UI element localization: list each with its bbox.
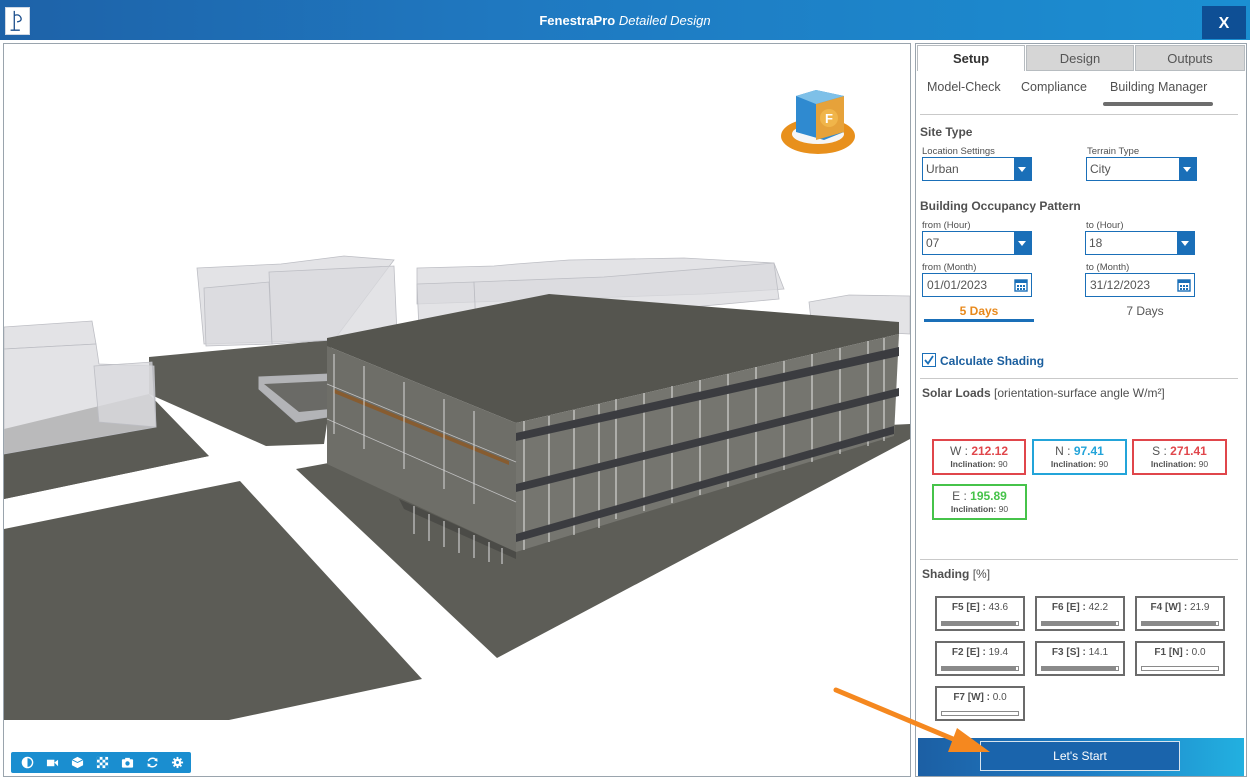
shading-unit: [%] <box>972 567 991 581</box>
solar-card-e: E : 195.89 Inclination: 90 <box>932 484 1027 520</box>
to-hour-value: 18 <box>1089 236 1103 250</box>
to-month-datepicker[interactable]: 31/12/2023 <box>1085 273 1195 297</box>
nav-cube-icon[interactable]: F <box>781 90 855 154</box>
contrast-icon[interactable] <box>15 752 40 773</box>
days-5-toggle[interactable]: 5 Days <box>924 304 1034 318</box>
divider <box>920 559 1238 560</box>
cube-icon[interactable] <box>65 752 90 773</box>
app-window: FenestraPro Detailed Design X F Setup De… <box>0 0 1250 781</box>
chevron-down-icon <box>1014 232 1031 254</box>
calculate-shading-checkbox[interactable] <box>922 353 936 367</box>
divider <box>920 114 1238 115</box>
gear-icon[interactable] <box>165 752 190 773</box>
subtab-compliance[interactable]: Compliance <box>1021 80 1087 94</box>
location-settings-select[interactable]: Urban <box>922 157 1032 181</box>
site-type-title: Site Type <box>920 125 973 139</box>
shading-card-f6: F6 [E] : 42.2 <box>1035 596 1125 631</box>
from-month-value: 01/01/2023 <box>927 278 988 292</box>
calendar-icon[interactable] <box>1014 278 1028 292</box>
chevron-down-icon <box>1177 232 1194 254</box>
tab-outputs[interactable]: Outputs <box>1135 45 1245 71</box>
right-panel: Setup Design Outputs Model-Check Complia… <box>915 43 1247 777</box>
lets-start-button[interactable]: Let's Start <box>980 741 1180 771</box>
divider <box>920 378 1238 379</box>
shading-card-f1: F1 [N] : 0.0 <box>1135 641 1225 676</box>
calculate-shading-label: Calculate Shading <box>940 354 1045 368</box>
solar-loads-subtitle: [orientation-surface angle W/m²] <box>994 386 1165 400</box>
shading-bar <box>941 621 1019 626</box>
location-settings-label: Location Settings <box>922 146 995 157</box>
shading-bar <box>941 711 1019 716</box>
start-bar: Let's Start <box>918 738 1244 776</box>
from-hour-label: from (Hour) <box>922 220 971 231</box>
window-title: FenestraPro Detailed Design <box>539 13 711 28</box>
close-button[interactable]: X <box>1202 6 1246 39</box>
tab-setup[interactable]: Setup <box>917 45 1025 71</box>
from-hour-select[interactable]: 07 <box>922 231 1032 255</box>
subtab-model-check[interactable]: Model-Check <box>927 80 1001 94</box>
terrain-type-select[interactable]: City <box>1086 157 1197 181</box>
viewport-toolbar <box>11 752 191 773</box>
location-settings-value: Urban <box>926 162 959 176</box>
shading-bar <box>1041 621 1119 626</box>
from-hour-value: 07 <box>926 236 940 250</box>
shading-card-f4: F4 [W] : 21.9 <box>1135 596 1225 631</box>
days-active-indicator <box>924 319 1034 322</box>
shading-card-f5: F5 [E] : 43.6 <box>935 596 1025 631</box>
terrain-type-value: City <box>1090 162 1111 176</box>
to-month-label: to (Month) <box>1086 262 1130 273</box>
to-hour-select[interactable]: 18 <box>1085 231 1195 255</box>
sub-tabs: Model-Check Compliance Building Manager <box>916 80 1246 104</box>
terrain-type-label: Terrain Type <box>1087 146 1140 157</box>
main-tabs: Setup Design Outputs <box>916 44 1246 71</box>
camera-icon[interactable] <box>40 752 65 773</box>
solar-loads-title: Solar Loads [orientation-surface angle W… <box>922 386 1165 400</box>
days-7-toggle[interactable]: 7 Days <box>1090 304 1200 318</box>
shading-bar <box>1041 666 1119 671</box>
from-month-datepicker[interactable]: 01/01/2023 <box>922 273 1032 297</box>
occupancy-title: Building Occupancy Pattern <box>920 199 1081 213</box>
shading-bar <box>941 666 1019 671</box>
subtab-active-indicator <box>1103 102 1213 106</box>
solar-card-w: W : 212.12 Inclination: 90 <box>932 439 1026 475</box>
subtab-building-manager[interactable]: Building Manager <box>1110 80 1207 94</box>
shading-card-f2: F2 [E] : 19.4 <box>935 641 1025 676</box>
refresh-icon[interactable] <box>140 752 165 773</box>
solar-card-n: N : 97.41 Inclination: 90 <box>1032 439 1127 475</box>
calendar-icon[interactable] <box>1177 278 1191 292</box>
to-hour-label: to (Hour) <box>1086 220 1124 231</box>
shading-title: Shading [%] <box>922 567 991 581</box>
nav-cube-letter: F <box>825 111 833 126</box>
from-month-label: from (Month) <box>922 262 977 273</box>
to-month-value: 31/12/2023 <box>1090 278 1151 292</box>
checker-icon[interactable] <box>90 752 115 773</box>
chevron-down-icon <box>1014 158 1031 180</box>
shading-card-f3: F3 [S] : 14.1 <box>1035 641 1125 676</box>
building-scene: F <box>4 90 910 720</box>
checkmark-icon <box>924 355 934 365</box>
3d-viewport[interactable]: F <box>3 43 911 777</box>
shading-bar <box>1141 666 1219 671</box>
shading-bar <box>1141 621 1219 626</box>
shading-card-f7: F7 [W] : 0.0 <box>935 686 1025 721</box>
chevron-down-icon <box>1179 158 1196 180</box>
screenshot-icon[interactable] <box>115 752 140 773</box>
solar-card-s: S : 271.41 Inclination: 90 <box>1132 439 1227 475</box>
tab-design[interactable]: Design <box>1026 45 1134 71</box>
title-bar: FenestraPro Detailed Design X <box>0 0 1250 40</box>
